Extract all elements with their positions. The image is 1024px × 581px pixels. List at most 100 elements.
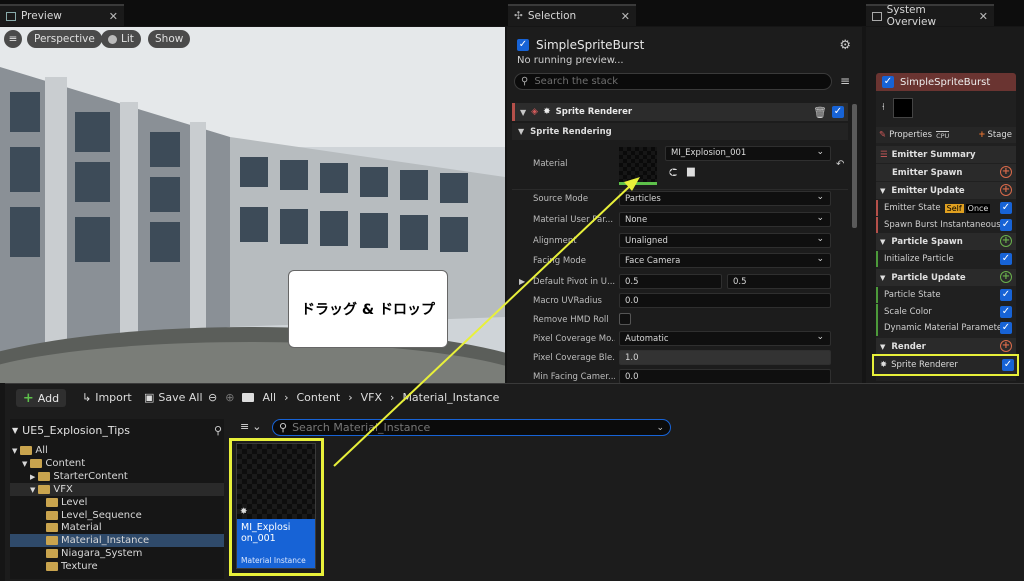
particle-update-row[interactable]: ▼ Particle Update + xyxy=(876,269,1016,286)
emitter-spawn-row[interactable]: Emitter Spawn + xyxy=(876,164,1016,181)
tab-selection[interactable]: ✣ Selection ✕ xyxy=(508,4,636,26)
tree-item-niagara-system[interactable]: Niagara_System xyxy=(10,547,224,560)
tree-item-content[interactable]: ▼ Content xyxy=(10,457,224,470)
module-enabled-checkbox[interactable]: ✓ xyxy=(1000,202,1012,214)
project-header[interactable]: ▼ UE5_Explosion_Tips ⚲ xyxy=(12,423,222,437)
tree-item-level[interactable]: Level xyxy=(10,496,224,509)
plus-icon[interactable]: + xyxy=(978,130,985,140)
browse-folder-icon[interactable]: ▆ xyxy=(687,166,695,177)
collapse-icon[interactable]: ▼ xyxy=(520,108,526,117)
tree-item-texture[interactable]: Texture xyxy=(10,560,224,573)
pixel-coverage-blend-slider[interactable]: 1.0 xyxy=(619,350,831,365)
tab-preview[interactable]: Preview ✕ xyxy=(0,4,124,26)
source-mode-dropdown[interactable]: Particles ⌄ xyxy=(619,191,831,206)
collapse-icon[interactable]: ▼ xyxy=(880,343,885,351)
sprite-renderer-row[interactable]: ✸ Sprite Renderer ✓ xyxy=(872,354,1019,376)
breadcrumb-item[interactable]: Material_Instance xyxy=(402,391,499,404)
use-selected-icon[interactable]: ⮈ xyxy=(669,166,677,180)
dynamic-material-row[interactable]: Dynamic Material Parameters ✓ xyxy=(876,320,1016,336)
module-enabled-checkbox[interactable]: ✓ xyxy=(1000,322,1012,334)
emitter-state-row[interactable]: Emitter State Self Once ✓ xyxy=(876,200,1016,216)
stack-search[interactable]: ⚲ Search the stack xyxy=(514,73,832,90)
tree-item-material[interactable]: Material xyxy=(10,521,224,534)
emitter-update-row[interactable]: ▼ Emitter Update + xyxy=(876,182,1016,199)
particle-spawn-row[interactable]: ▼ Particle Spawn + xyxy=(876,233,1016,250)
collapse-icon[interactable]: ▼ xyxy=(880,274,885,282)
render-row[interactable]: ▼ Render + xyxy=(876,338,1016,355)
expand-icon[interactable]: ▶ xyxy=(519,277,525,286)
renderer-enabled-checkbox[interactable]: ✓ xyxy=(1002,359,1014,371)
add-module-icon[interactable]: + xyxy=(1000,184,1012,196)
material-thumbnail[interactable] xyxy=(619,147,657,185)
add-module-icon[interactable]: + xyxy=(1000,271,1012,283)
asset-search[interactable]: ⚲ Search Material_Instance ⌄ xyxy=(272,419,671,436)
add-renderer-icon[interactable]: + xyxy=(1000,340,1012,352)
collapse-icon[interactable]: ▼ xyxy=(12,426,18,435)
filter-dropdown[interactable]: ≡ ⌄ xyxy=(240,420,261,433)
tree-item-all[interactable]: ▼ All xyxy=(10,444,224,457)
stage-label[interactable]: Stage xyxy=(987,130,1012,140)
reset-icon[interactable]: ↶ xyxy=(836,159,844,170)
collapse-icon[interactable]: ▼ xyxy=(880,238,885,246)
pixel-coverage-mode-dropdown[interactable]: Automatic ⌄ xyxy=(619,331,831,346)
filter-icon[interactable]: ≡ xyxy=(840,74,850,88)
item-label: Emitter State xyxy=(884,203,941,213)
sprite-rendering-header[interactable]: ▼ Sprite Rendering xyxy=(512,123,848,140)
asset-tile-mi-explosion[interactable]: ✸ MI_Explosion_001 Material Instance xyxy=(236,443,316,569)
chevron-down-icon: ⌄ xyxy=(816,192,824,202)
save-all-button[interactable]: ▣ Save All xyxy=(144,391,203,404)
alignment-dropdown[interactable]: Unaligned ⌄ xyxy=(619,233,831,248)
spawn-burst-row[interactable]: Spawn Burst Instantaneous ✓ xyxy=(876,217,1016,233)
viewport-options-button[interactable]: ≡ xyxy=(4,30,22,48)
add-module-icon[interactable]: + xyxy=(1000,166,1012,178)
preview-viewport[interactable]: ≡ Perspective Lit Show ドラッグ & ドロップ xyxy=(0,27,505,383)
perspective-button[interactable]: Perspective xyxy=(27,30,102,48)
breadcrumb-item[interactable]: Content xyxy=(296,391,340,404)
add-button[interactable]: + Add xyxy=(16,389,66,407)
particle-state-row[interactable]: Particle State ✓ xyxy=(876,287,1016,303)
macro-uvradius-field[interactable]: 0.0 xyxy=(619,293,831,308)
system-enabled-checkbox[interactable]: ✓ xyxy=(517,39,529,51)
module-enabled-checkbox[interactable]: ✓ xyxy=(1000,219,1012,231)
back-icon[interactable]: ⊖ xyxy=(208,391,217,404)
emitter-summary-row[interactable]: ☰ Emitter Summary xyxy=(876,146,1016,163)
collapse-icon[interactable]: ▼ xyxy=(880,187,885,195)
tree-item-vfx[interactable]: ▼ VFX xyxy=(10,483,224,496)
properties-row[interactable]: ✎ Properties CPU + Stage xyxy=(876,127,1016,143)
add-module-icon[interactable]: + xyxy=(1000,235,1012,247)
material-dropdown[interactable]: MI_Explosion_001 ⌄ xyxy=(665,146,831,161)
selection-scrollbar[interactable] xyxy=(852,104,857,228)
renderer-enabled-checkbox[interactable]: ✓ xyxy=(832,106,844,118)
close-icon[interactable]: ✕ xyxy=(621,10,630,23)
module-enabled-checkbox[interactable]: ✓ xyxy=(1000,253,1012,265)
min-facing-camera-field[interactable]: 0.0 xyxy=(619,369,831,384)
facing-mode-dropdown[interactable]: Face Camera ⌄ xyxy=(619,253,831,268)
breadcrumb-item[interactable]: VFX xyxy=(361,391,382,404)
remove-hmd-roll-checkbox[interactable] xyxy=(619,313,631,325)
chevron-down-icon[interactable]: ⌄ xyxy=(656,423,664,433)
gear-icon[interactable]: ⚙ xyxy=(839,38,851,53)
module-enabled-checkbox[interactable]: ✓ xyxy=(1000,289,1012,301)
scale-color-row[interactable]: Scale Color ✓ xyxy=(876,304,1016,320)
delete-icon[interactable]: 🗑 xyxy=(813,106,827,119)
show-button[interactable]: Show xyxy=(148,30,191,48)
initialize-particle-row[interactable]: Initialize Particle ✓ xyxy=(876,251,1016,267)
forward-icon[interactable]: ⊕ xyxy=(225,391,234,404)
import-button[interactable]: ↳ Import xyxy=(82,391,132,404)
search-icon[interactable]: ⚲ xyxy=(214,424,222,437)
breadcrumb-item[interactable]: All xyxy=(262,391,276,404)
close-icon[interactable]: ✕ xyxy=(979,10,988,23)
tree-item-starter-content[interactable]: ▶ StarterContent xyxy=(10,470,224,483)
lit-button[interactable]: Lit xyxy=(101,30,141,48)
emitter-enabled-checkbox[interactable]: ✓ xyxy=(882,76,894,88)
pivot-x-field[interactable]: 0.5 xyxy=(619,274,722,289)
collapse-icon[interactable]: ▼ xyxy=(518,127,524,136)
tab-system-overview[interactable]: System Overview ✕ xyxy=(866,4,994,28)
tree-item-material-instance[interactable]: Material_Instance xyxy=(10,534,224,547)
close-icon[interactable]: ✕ xyxy=(109,10,118,23)
pivot-y-field[interactable]: 0.5 xyxy=(727,274,831,289)
sprite-renderer-header[interactable]: ▼ ◈ ✸ Sprite Renderer 🗑 ✓ xyxy=(512,103,848,121)
material-user-param-dropdown[interactable]: None ⌄ xyxy=(619,212,831,227)
emitter-node-header[interactable]: ✓ SimpleSpriteBurst xyxy=(876,73,1016,91)
module-enabled-checkbox[interactable]: ✓ xyxy=(1000,306,1012,318)
